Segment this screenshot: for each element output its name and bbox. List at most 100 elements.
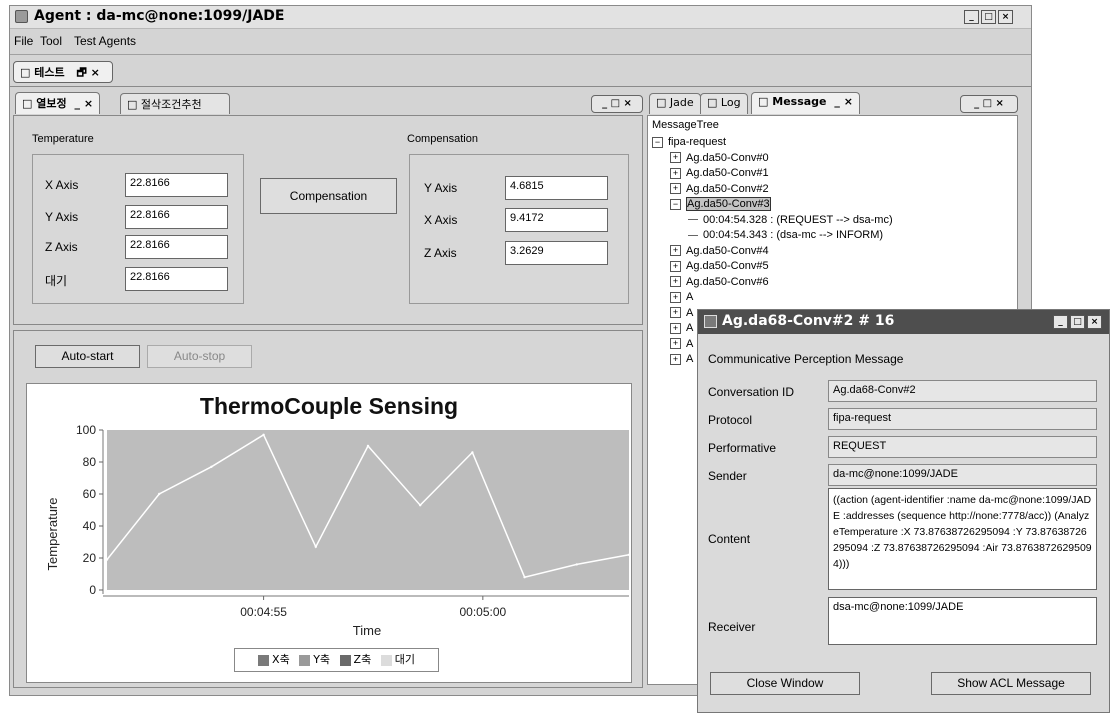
x-axis-label: Time bbox=[353, 623, 381, 638]
expand-icon[interactable]: + bbox=[670, 152, 681, 164]
content-field[interactable]: ((action (agent-identifier :name da-mc@n… bbox=[828, 488, 1097, 590]
protocol-field[interactable]: fipa-request bbox=[828, 408, 1097, 430]
comp-x-label: X Axis bbox=[424, 213, 458, 227]
expand-icon[interactable]: + bbox=[670, 307, 681, 319]
collapse-icon[interactable]: − bbox=[670, 198, 681, 210]
dialog-icon bbox=[704, 315, 717, 328]
tree-node[interactable]: + Ag.da50-Conv#4 bbox=[670, 245, 769, 257]
panel-close-icon[interactable]: × bbox=[996, 98, 1004, 109]
tab-minimize-icon[interactable]: _ bbox=[834, 95, 840, 108]
pin-icon[interactable]: 🗗 bbox=[76, 66, 86, 79]
tab-heat-correction[interactable]: □ 열보정 _ × bbox=[15, 92, 101, 114]
performative-label: Performative bbox=[708, 441, 777, 455]
panel-minimize-icon[interactable]: _ bbox=[602, 98, 607, 109]
y-tick-label: 80 bbox=[83, 455, 97, 469]
tree-node[interactable]: + A bbox=[670, 307, 693, 319]
panel-maximize-icon[interactable]: □ bbox=[983, 98, 992, 109]
tree-node[interactable]: + A bbox=[670, 353, 693, 365]
collapse-icon[interactable]: − bbox=[652, 136, 663, 148]
expand-icon[interactable]: + bbox=[670, 260, 681, 272]
tab-cutting-condition[interactable]: □ 절삭조건추천 bbox=[120, 93, 230, 114]
y-tick-label: 60 bbox=[83, 487, 97, 501]
tree-node[interactable]: + A bbox=[670, 291, 693, 303]
tree-node-label: Ag.da50-Conv#3 bbox=[686, 197, 771, 211]
expand-icon[interactable]: + bbox=[670, 183, 681, 195]
dialog-close-icon[interactable]: × bbox=[1087, 315, 1102, 329]
tree-node[interactable]: + A bbox=[670, 338, 693, 350]
conversation-id-field[interactable]: Ag.da68-Conv#2 bbox=[828, 380, 1097, 402]
y-tick-label: 0 bbox=[89, 583, 96, 597]
data-point bbox=[105, 558, 109, 561]
comp-y-field[interactable]: 4.6815 bbox=[505, 176, 608, 200]
performative-field[interactable]: REQUEST bbox=[828, 436, 1097, 458]
menu-test-agents[interactable]: Test Agents bbox=[74, 34, 136, 48]
auto-start-button[interactable]: Auto-start bbox=[35, 345, 140, 368]
tree-node[interactable]: + Ag.da50-Conv#6 bbox=[670, 276, 769, 288]
tree-node[interactable]: + Ag.da50-Conv#1 bbox=[670, 167, 769, 179]
dialog-minimize-icon[interactable]: _ bbox=[1053, 315, 1068, 329]
tab-cutting-condition-label: 절삭조건추천 bbox=[140, 98, 202, 111]
comp-y-label: Y Axis bbox=[424, 181, 458, 195]
panel-minimize-icon[interactable]: _ bbox=[974, 98, 979, 109]
expand-icon[interactable]: + bbox=[670, 167, 681, 179]
compensation-button[interactable]: Compensation bbox=[260, 178, 397, 214]
tree-node[interactable]: 00:04:54.328 : (REQUEST --> dsa-mc) bbox=[688, 214, 893, 226]
tree-node-label: Ag.da50-Conv#6 bbox=[686, 275, 769, 288]
tab-test-icon: □ bbox=[20, 66, 31, 79]
dialog-heading: Communicative Perception Message bbox=[708, 352, 904, 366]
tree-node-label: Ag.da50-Conv#2 bbox=[686, 182, 769, 195]
tab-jade[interactable]: □ Jade bbox=[649, 93, 701, 114]
tab-minimize-icon[interactable]: _ bbox=[74, 97, 80, 110]
temp-air-field[interactable]: 22.8166 bbox=[125, 267, 228, 291]
close-window-button[interactable]: Close Window bbox=[710, 672, 860, 695]
tab-close-icon[interactable]: × bbox=[91, 66, 100, 79]
dialog-maximize-icon[interactable]: □ bbox=[1070, 315, 1085, 329]
tab-log[interactable]: □ Log bbox=[700, 93, 748, 114]
tree-node-label: 00:04:54.328 : (REQUEST --> dsa-mc) bbox=[703, 213, 893, 226]
panel-controls: _ □ × bbox=[591, 95, 643, 113]
panel-close-icon[interactable]: × bbox=[624, 98, 632, 109]
tree-node[interactable]: − Ag.da50-Conv#3 bbox=[670, 197, 771, 211]
y-tick-label: 40 bbox=[83, 519, 97, 533]
tree-node[interactable]: − fipa-request bbox=[652, 136, 726, 148]
sender-field[interactable]: da-mc@none:1099/JADE bbox=[828, 464, 1097, 486]
close-icon[interactable]: × bbox=[998, 10, 1013, 24]
y-tick-label: 20 bbox=[83, 551, 97, 565]
temp-y-field[interactable]: 22.8166 bbox=[125, 205, 228, 229]
expand-icon[interactable]: + bbox=[670, 353, 681, 365]
tab-icon: □ bbox=[758, 95, 769, 108]
receiver-field[interactable]: dsa-mc@none:1099/JADE bbox=[828, 597, 1097, 645]
expand-icon[interactable]: + bbox=[670, 291, 681, 303]
plot-background bbox=[107, 430, 629, 590]
tab-close-icon[interactable]: × bbox=[844, 95, 853, 108]
tree-root: MessageTree bbox=[652, 119, 719, 131]
tab-strip-line bbox=[10, 86, 1031, 87]
expand-icon[interactable]: + bbox=[670, 322, 681, 334]
expand-icon[interactable]: + bbox=[670, 338, 681, 350]
tab-message[interactable]: □ Message _ × bbox=[751, 92, 860, 114]
expand-icon[interactable]: + bbox=[670, 276, 681, 288]
temp-x-field[interactable]: 22.8166 bbox=[125, 173, 228, 197]
menu-file[interactable]: File bbox=[14, 34, 33, 48]
expand-icon[interactable]: + bbox=[670, 245, 681, 257]
panel-maximize-icon[interactable]: □ bbox=[611, 98, 620, 109]
temp-z-field[interactable]: 22.8166 bbox=[125, 235, 228, 259]
tree-node[interactable]: + Ag.da50-Conv#0 bbox=[670, 152, 769, 164]
data-point bbox=[262, 433, 265, 436]
show-acl-message-button[interactable]: Show ACL Message bbox=[931, 672, 1091, 695]
comp-z-field[interactable]: 3.2629 bbox=[505, 241, 608, 265]
auto-stop-button[interactable]: Auto-stop bbox=[147, 345, 252, 368]
tab-close-icon[interactable]: × bbox=[84, 97, 93, 110]
minimize-icon[interactable]: _ bbox=[964, 10, 979, 24]
tree-node[interactable]: + Ag.da50-Conv#2 bbox=[670, 183, 769, 195]
tree-node-label: Ag.da50-Conv#4 bbox=[686, 244, 769, 257]
temp-y-label: Y Axis bbox=[45, 210, 79, 224]
tree-node[interactable]: + Ag.da50-Conv#5 bbox=[670, 260, 769, 272]
tree-node[interactable]: + A bbox=[670, 322, 693, 334]
legend-swatch-y bbox=[299, 654, 311, 666]
menu-tool[interactable]: Tool bbox=[40, 34, 62, 48]
tab-test[interactable]: □ 테스트 🗗 × bbox=[13, 61, 113, 83]
maximize-icon[interactable]: □ bbox=[981, 10, 996, 24]
tree-node[interactable]: 00:04:54.343 : (dsa-mc --> INFORM) bbox=[688, 229, 883, 241]
comp-x-field[interactable]: 9.4172 bbox=[505, 208, 608, 232]
